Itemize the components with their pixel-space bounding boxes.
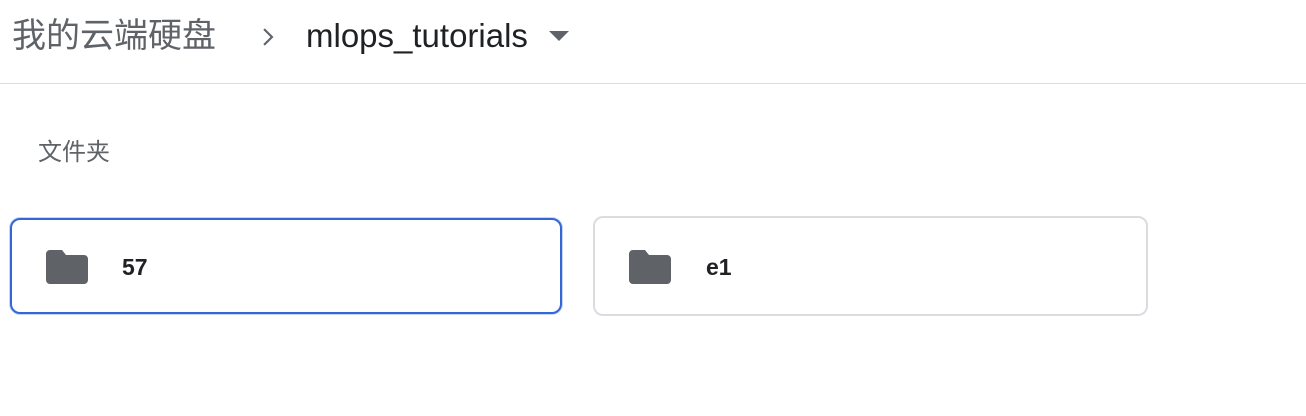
breadcrumb: 我的云端硬盘 mlops_tutorials (0, 0, 1306, 84)
breadcrumb-current-label: mlops_tutorials (306, 17, 528, 54)
folder-name: 57 (122, 254, 148, 280)
breadcrumb-current-folder[interactable]: mlops_tutorials (306, 12, 570, 60)
folder-tile-e1[interactable]: e1 (593, 216, 1148, 316)
folder-icon (629, 250, 671, 284)
section-title-folders: 文件夹 (38, 139, 110, 166)
folder-name: e1 (706, 254, 732, 280)
caret-down-icon (548, 31, 569, 41)
chevron-right-icon (263, 28, 274, 46)
folder-icon (46, 250, 88, 284)
folder-tile-57[interactable]: 57 (10, 218, 562, 314)
breadcrumb-root-my-drive[interactable]: 我的云端硬盘 (12, 14, 216, 58)
